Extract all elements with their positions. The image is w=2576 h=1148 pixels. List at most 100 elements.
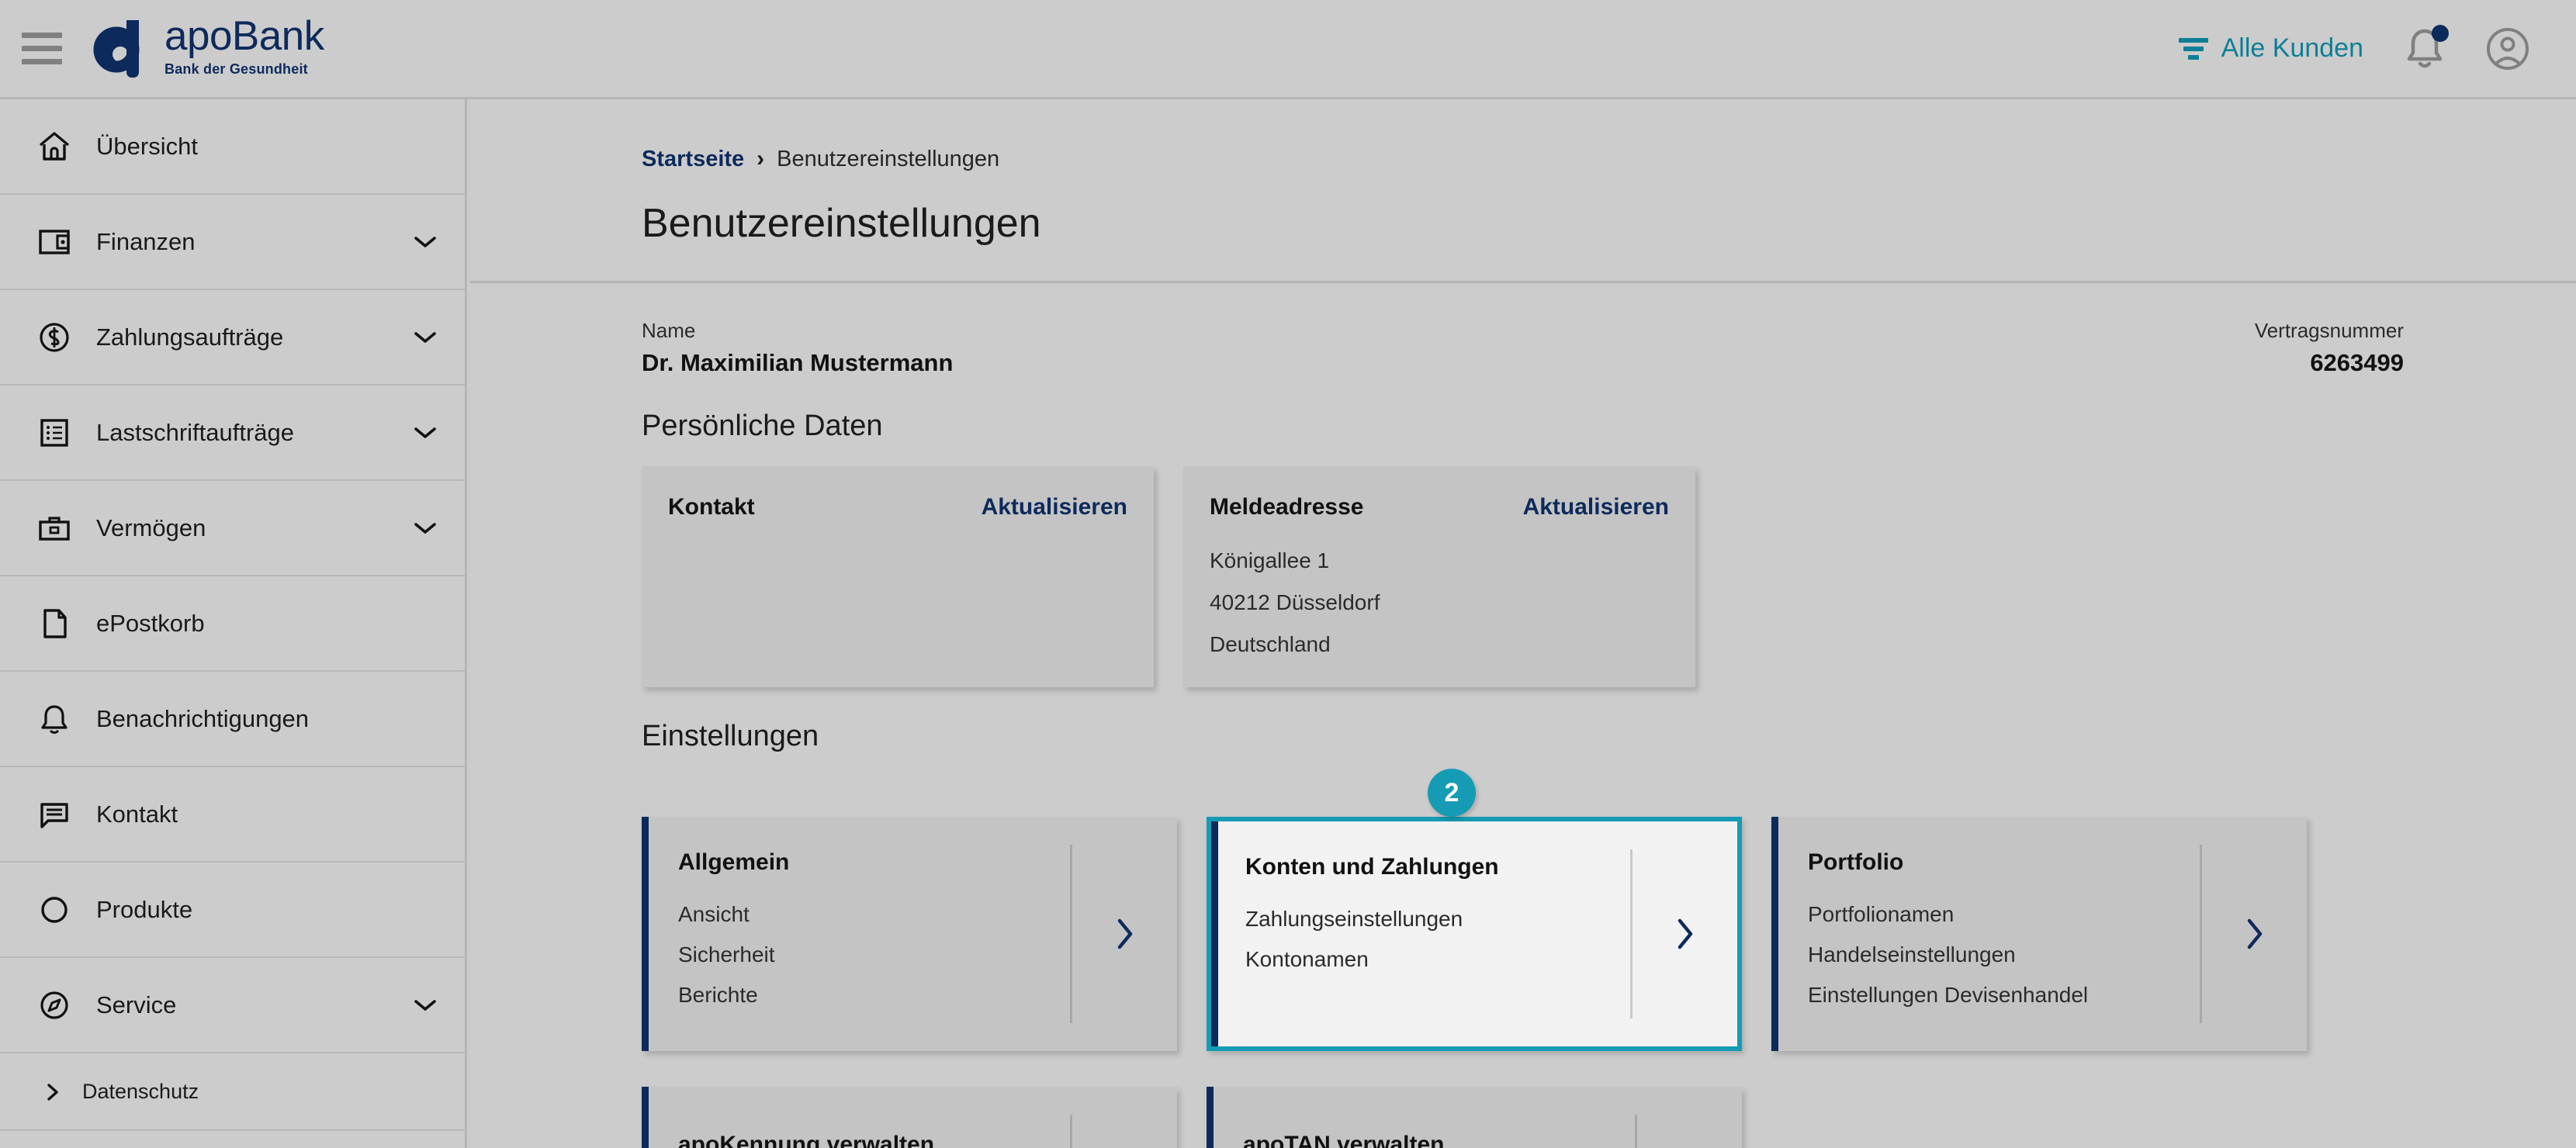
contact-card[interactable]: Kontakt Aktualisieren — [642, 466, 1154, 687]
sidebar-item-label: Benachrichtigungen — [96, 704, 310, 732]
chevron-down-icon[interactable] — [414, 521, 437, 535]
user-account-icon[interactable] — [2486, 27, 2529, 71]
chat-icon — [36, 796, 73, 833]
contract-value: 6263499 — [2310, 349, 2404, 376]
logo-tagline: Bank der Gesundheit — [164, 61, 308, 77]
breadcrumb-home-link[interactable]: Startseite — [642, 147, 744, 172]
card-apokennung-verwalten[interactable]: apoKennung verwalten — [642, 1087, 1177, 1148]
account-summary-row: Name Dr. Maximilian Mustermann Vertragsn… — [642, 283, 2404, 377]
bottom-cards: apoKennung verwalten apoTAN verwalten — [642, 1087, 2404, 1148]
contract-label: Vertragsnummer — [2254, 319, 2404, 342]
settings-card-portfolio[interactable]: Portfolio Portfolionamen Handelseinstell… — [1771, 817, 2307, 1051]
address-card-lines: Königallee 1 40212 Düsseldorf Deutschlan… — [1210, 548, 1669, 657]
circle-icon — [36, 891, 73, 928]
address-line: Deutschland — [1210, 632, 1331, 656]
contact-card-title: Kontakt — [668, 494, 755, 520]
settings-card-list: Portfolionamen Handelseinstellungen Eins… — [1808, 902, 2200, 1008]
settings-card-body: Portfolio Portfolionamen Handelseinstell… — [1778, 817, 2200, 1051]
settings-card-title: Konten und Zahlungen — [1245, 854, 1499, 880]
bottom-card-title: apoTAN verwalten — [1243, 1132, 1445, 1148]
sidebar-item-kontakt[interactable]: Kontakt — [0, 767, 465, 863]
settings-card-list: Ansicht Sicherheit Berichte — [678, 902, 1070, 1008]
settings-card-list-item[interactable]: Ansicht — [678, 902, 1070, 927]
settings-card-chevron-area[interactable] — [1070, 845, 1177, 1023]
bottom-card-body: apoKennung verwalten — [649, 1087, 1070, 1148]
chevron-down-icon[interactable] — [414, 235, 437, 249]
apobank-logo[interactable]: apoBank Bank der Gesundheit — [90, 16, 324, 82]
settings-card-allgemein[interactable]: Allgemein Ansicht Sicherheit Berichte — [642, 817, 1177, 1051]
sidebar-item-label: Vermögen — [96, 513, 206, 541]
page-title: Benutzereinstellungen — [642, 201, 1041, 246]
settings-card-chevron-area[interactable] — [1630, 849, 1737, 1018]
wallet-icon — [36, 223, 73, 261]
page-header: Startseite › Benutzereinstellungen Benut… — [469, 99, 2576, 247]
sidebar-item-finanzen[interactable]: Finanzen — [0, 195, 465, 290]
card-apotan-verwalten[interactable]: apoTAN verwalten — [1207, 1087, 1742, 1148]
sidebar-item-benachrichtigungen[interactable]: Benachrichtigungen — [0, 672, 465, 767]
chevron-right-icon — [1115, 917, 1135, 951]
chevron-right-icon — [1675, 917, 1695, 951]
top-bar: apoBank Bank der Gesundheit Alle Kunden — [0, 0, 2576, 99]
settings-card-list-item[interactable]: Zahlungseinstellungen — [1245, 907, 1630, 932]
notification-badge-dot — [2432, 24, 2449, 42]
sidebar-item-uebersicht[interactable]: Übersicht — [0, 99, 465, 195]
bell-icon — [36, 700, 73, 738]
address-card-update-link[interactable]: Aktualisieren — [1523, 494, 1669, 520]
logo-text: apoBank Bank der Gesundheit — [164, 16, 324, 82]
application-window: apoBank Bank der Gesundheit Alle Kunden — [0, 0, 2576, 1148]
home-icon — [36, 128, 73, 165]
sidebar-subitem-datenschutz[interactable]: Datenschutz — [0, 1053, 465, 1131]
chevron-down-icon[interactable] — [414, 330, 437, 344]
sidebar-item-lastschriftauftraege[interactable]: Lastschriftaufträge — [0, 386, 465, 481]
settings-card-list-item[interactable]: Handelseinstellungen — [1808, 942, 2200, 967]
sidebar-item-produkte[interactable]: Produkte — [0, 863, 465, 958]
sidebar-item-label: Zahlungsaufträge — [96, 323, 284, 351]
sidebar-item-vermoegen[interactable]: Vermögen — [0, 481, 465, 576]
list-box-icon — [36, 414, 73, 451]
settings-card-list-item[interactable]: Berichte — [678, 983, 1070, 1008]
chevron-down-icon[interactable] — [414, 998, 437, 1012]
main-content: Startseite › Benutzereinstellungen Benut… — [469, 99, 2576, 1148]
all-customers-label: Alle Kunden — [2221, 33, 2363, 63]
settings-card-list-item[interactable]: Kontonamen — [1245, 947, 1630, 972]
settings-card-konten-und-zahlungen[interactable]: Konten und Zahlungen Zahlungseinstellung… — [1207, 817, 1742, 1051]
settings-card-title: Portfolio — [1808, 849, 1904, 875]
chevron-right-icon — [2245, 917, 2265, 951]
settings-card-list-item[interactable]: Sicherheit — [678, 942, 1070, 967]
sidebar-item-service[interactable]: Service — [0, 958, 465, 1053]
breadcrumb-current: Benutzereinstellungen — [777, 146, 1000, 171]
chevron-right-icon — [45, 1082, 62, 1101]
sidebar-item-epostkorb[interactable]: ePostkorb — [0, 576, 465, 672]
name-label: Name — [642, 319, 696, 342]
bottom-card-body: apoTAN verwalten — [1214, 1087, 1635, 1148]
step-badge-2: 2 — [1428, 769, 1476, 817]
all-customers-button[interactable]: Alle Kunden — [2178, 33, 2363, 64]
settings-card-title: Allgemein — [678, 849, 790, 875]
briefcase-icon — [36, 510, 73, 547]
settings-card-list-item[interactable]: Einstellungen Devisenhandel — [1808, 983, 2200, 1008]
sidebar-item-zahlungsauftraege[interactable]: Zahlungsaufträge — [0, 290, 465, 386]
filter-icon — [2178, 37, 2209, 61]
sidebar-item-label: Kontakt — [96, 800, 178, 828]
sidebar-navigation: Übersicht Finanzen Zahlungsaufträge Last… — [0, 99, 467, 1148]
hamburger-menu-icon[interactable] — [22, 32, 62, 66]
contract-block: Vertragsnummer 6263499 — [2255, 319, 2404, 377]
notifications-button[interactable] — [2404, 24, 2449, 71]
address-line: 40212 Düsseldorf — [1210, 590, 1380, 614]
address-card[interactable]: Meldeadresse Aktualisieren Königallee 1 … — [1183, 466, 1695, 687]
settings-card-body: Allgemein Ansicht Sicherheit Berichte — [649, 817, 1070, 1051]
sidebar-item-label: ePostkorb — [96, 609, 205, 637]
address-line: Königallee 1 — [1210, 548, 1330, 572]
contact-card-update-link[interactable]: Aktualisieren — [982, 494, 1127, 520]
bottom-card-chevron-area[interactable] — [1635, 1115, 1742, 1148]
chevron-down-icon[interactable] — [414, 426, 437, 440]
settings-card-list: Zahlungseinstellungen Kontonamen — [1245, 907, 1630, 972]
bottom-card-chevron-area[interactable] — [1070, 1115, 1177, 1148]
section-title-settings: Einstellungen — [642, 720, 819, 752]
settings-card-chevron-area[interactable] — [2200, 845, 2307, 1023]
breadcrumb-separator-icon: › — [757, 146, 765, 171]
content-body: Name Dr. Maximilian Mustermann Vertragsn… — [469, 283, 2576, 1148]
sidebar-subitem-label: Datenschutz — [82, 1079, 199, 1103]
settings-cards-area: 2 Allgemein Ansicht Sicherheit Berichte — [642, 769, 2404, 1051]
settings-card-list-item[interactable]: Portfolionamen — [1808, 902, 2200, 927]
